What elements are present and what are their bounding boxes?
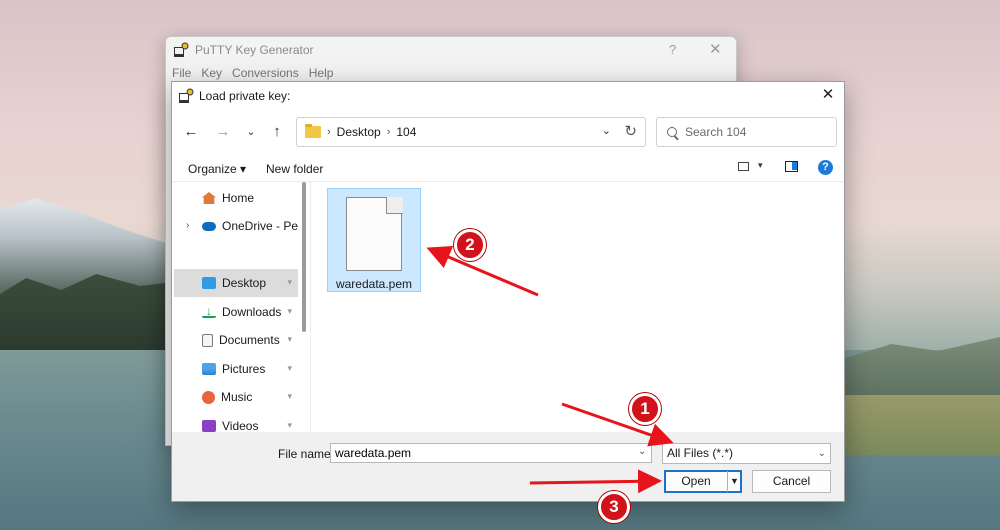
sidebar-item-label: Music	[221, 390, 253, 404]
search-icon	[667, 127, 677, 137]
music-icon	[202, 390, 215, 404]
file-item[interactable]: waredata.pem	[327, 188, 421, 292]
annotation-badge-2: 2	[454, 229, 486, 261]
search-box[interactable]: Search 104	[656, 117, 837, 147]
putty-help-button[interactable]: ?	[669, 42, 676, 57]
open-button-label: Open	[681, 474, 711, 488]
dialog-footer: File name: ⌄ All Files (*.*) ⌄ Open ▼ Ca…	[172, 432, 844, 501]
address-dropdown-icon[interactable]: ⌄	[602, 124, 611, 137]
dialog-title: Load private key:	[199, 88, 291, 103]
file-name-dropdown-icon[interactable]: ⌄	[638, 446, 646, 457]
back-arrow-icon[interactable]: ←	[180, 122, 202, 142]
navigation-bar: ← → ⌄ ↑ › Desktop › 104 ⌄ ↻ Search 104	[172, 109, 844, 154]
folder-icon	[305, 124, 321, 138]
navigation-pane-scrollbar[interactable]	[302, 182, 306, 332]
sidebar-item-label: Documents	[219, 333, 280, 347]
background-hill	[845, 337, 1000, 400]
load-private-key-dialog: Load private key: ✕ ← → ⌄ ↑ › Desktop › …	[171, 81, 845, 502]
desktop-icon	[202, 277, 216, 289]
help-icon[interactable]: ?	[818, 160, 833, 175]
sidebar-item-documents[interactable]: Documents ▾	[174, 326, 298, 354]
preview-pane-icon[interactable]	[785, 161, 798, 172]
sidebar-item-downloads[interactable]: ↓ Downloads ▾	[174, 298, 298, 326]
background-grass	[845, 395, 1000, 455]
expand-chevron-icon[interactable]: ›	[186, 220, 189, 231]
open-split-dropdown-icon[interactable]: ▼	[727, 471, 741, 492]
address-bar[interactable]: › Desktop › 104 ⌄ ↻	[296, 117, 646, 147]
forward-arrow-icon[interactable]: →	[212, 122, 234, 142]
pin-icon: ▾	[287, 306, 292, 316]
pin-icon: ▾	[287, 277, 292, 287]
view-options-icon[interactable]	[738, 162, 749, 171]
menu-key[interactable]: Key	[201, 66, 222, 80]
dialog-close-icon[interactable]: ✕	[819, 86, 837, 104]
sidebar-item-label: Downloads	[222, 305, 282, 319]
breadcrumb-separator-icon: ›	[327, 126, 331, 138]
sidebar-item-label: Videos	[222, 419, 259, 433]
view-dropdown-icon[interactable]: ▾	[758, 160, 763, 171]
putty-window-title: PuTTY Key Generator	[195, 43, 314, 57]
file-type-select[interactable]: All Files (*.*) ⌄	[662, 443, 831, 464]
putty-titlebar: PuTTY Key Generator	[166, 37, 736, 63]
sidebar-item-label: Pictures	[222, 362, 266, 376]
file-type-dropdown-icon: ⌄	[817, 448, 826, 459]
pin-icon: ▾	[287, 420, 292, 430]
annotation-badge-1: 1	[629, 393, 661, 425]
videos-icon	[202, 420, 216, 432]
menu-help[interactable]: Help	[309, 66, 334, 80]
file-type-value: All Files (*.*)	[667, 446, 734, 460]
sidebar-item-pictures[interactable]: Pictures ▾	[174, 355, 298, 383]
command-bar: Organize ▾ New folder ▾ ?	[172, 154, 844, 182]
dialog-titlebar: Load private key:	[172, 82, 844, 109]
new-folder-button[interactable]: New folder	[266, 162, 323, 176]
putty-close-button[interactable]: ✕	[709, 40, 722, 58]
home-icon	[202, 192, 216, 204]
file-name: waredata.pem	[335, 277, 413, 291]
file-icon-fold	[386, 197, 403, 214]
pin-icon: ▾	[287, 391, 292, 401]
sidebar-item-label: Desktop	[222, 276, 267, 290]
up-arrow-icon[interactable]: ↑	[266, 122, 288, 142]
cancel-button[interactable]: Cancel	[752, 470, 831, 493]
sidebar-item-onedrive[interactable]: › OneDrive - Personal	[174, 212, 298, 240]
sidebar-item-home[interactable]: Home	[174, 184, 298, 212]
putty-app-icon	[179, 88, 194, 103]
file-list: waredata.pem	[311, 182, 844, 432]
navigation-pane: Home › OneDrive - Personal Desktop ▾ ↓ D…	[172, 182, 306, 433]
putty-menubar: File Key Conversions Help	[166, 63, 736, 83]
menu-conversions[interactable]: Conversions	[232, 66, 299, 80]
onedrive-icon	[202, 221, 216, 231]
recent-locations-chevron-icon[interactable]: ⌄	[240, 122, 262, 142]
sidebar-item-label: OneDrive - Personal	[222, 219, 298, 233]
search-placeholder: Search 104	[685, 125, 747, 139]
annotation-badge-3: 3	[598, 491, 630, 523]
document-icon	[202, 333, 213, 347]
sidebar-item-label: Home	[222, 191, 255, 205]
menu-file[interactable]: File	[172, 66, 191, 80]
file-name-input[interactable]	[330, 443, 652, 463]
putty-app-icon	[174, 42, 189, 57]
organize-button[interactable]: Organize ▾	[188, 162, 246, 176]
breadcrumb-separator-icon: ›	[386, 126, 391, 138]
pictures-icon	[202, 363, 216, 375]
file-name-label: File name:	[278, 447, 335, 461]
pin-icon: ▾	[287, 334, 292, 344]
breadcrumb-desktop[interactable]: Desktop	[337, 125, 381, 139]
breadcrumb-104[interactable]: 104	[396, 125, 416, 139]
sidebar-item-desktop[interactable]: Desktop ▾	[174, 269, 298, 297]
refresh-icon[interactable]: ↻	[624, 122, 637, 140]
sidebar-item-music[interactable]: Music ▾	[174, 383, 298, 411]
download-icon: ↓	[202, 305, 216, 318]
pin-icon: ▾	[287, 363, 292, 373]
